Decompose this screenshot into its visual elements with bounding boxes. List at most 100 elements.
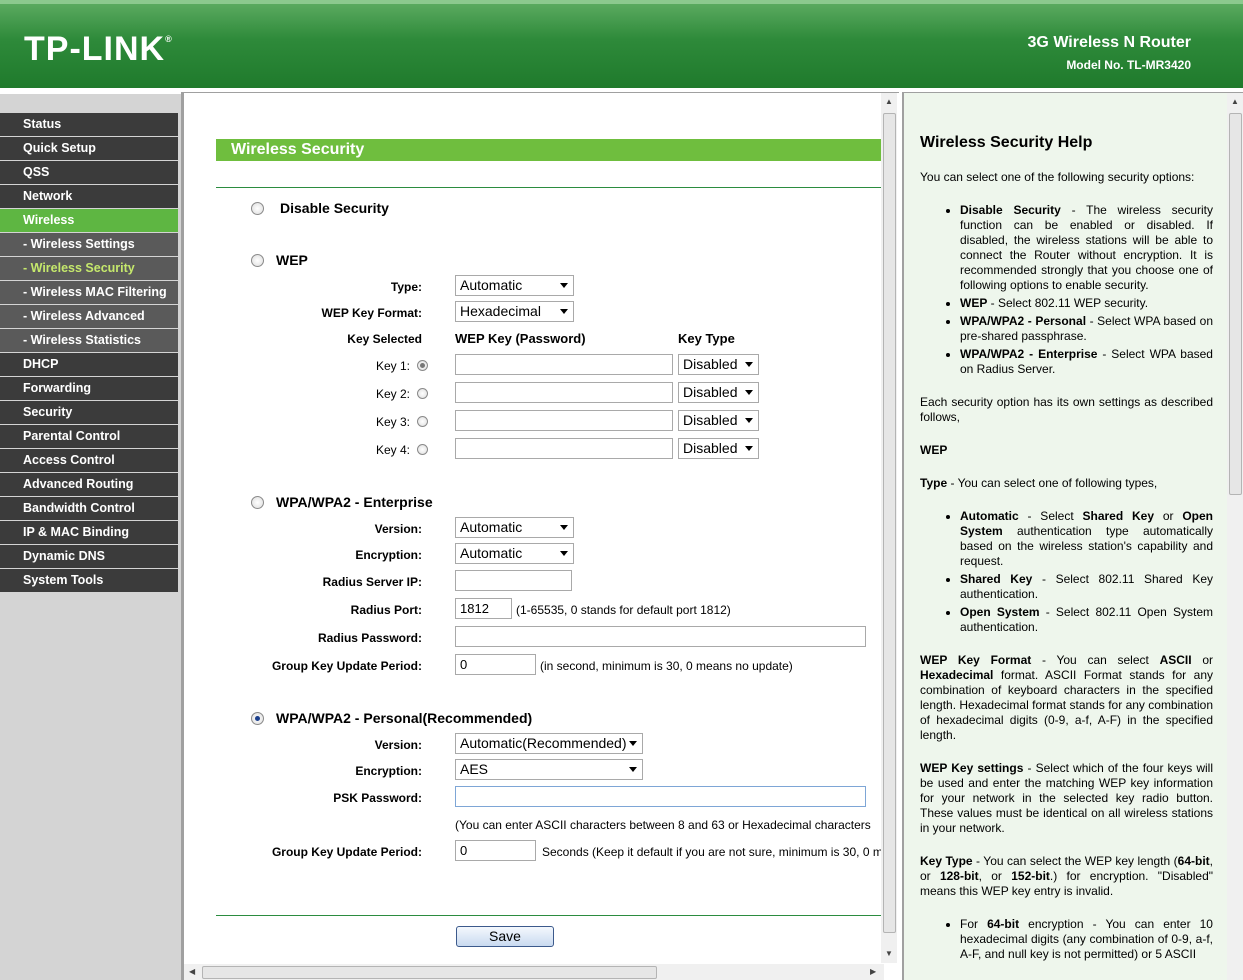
psk-encryption-select[interactable]: AES	[455, 759, 643, 780]
help-vscroll-thumb[interactable]	[1229, 113, 1242, 495]
nav-item-wireless-settings[interactable]: - Wireless Settings	[0, 233, 178, 256]
radio-disable-security[interactable]	[251, 202, 264, 215]
nav-item-access-control[interactable]: Access Control	[0, 449, 178, 472]
nav-item-forwarding[interactable]: Forwarding	[0, 377, 178, 400]
wep-key-4-input[interactable]	[455, 438, 673, 459]
key-1-type-value: Disabled	[683, 356, 738, 372]
psk-group-key-input[interactable]: 0	[455, 840, 536, 861]
nav-item-dhcp[interactable]: DHCP	[0, 353, 178, 376]
scroll-down-icon[interactable]: ▼	[885, 949, 893, 958]
nav-menu: Status Quick Setup QSS Network Wireless …	[0, 113, 178, 593]
wep-type-select[interactable]: Automatic	[455, 275, 574, 296]
key-3-label: Key 3:	[376, 415, 411, 429]
psk-password-label: PSK Password:	[333, 791, 422, 805]
main-hscroll-thumb[interactable]	[202, 966, 657, 979]
chevron-down-icon	[745, 390, 753, 395]
help-64bit: For 64-bit encryption - You can enter 10…	[960, 917, 1213, 962]
nav-item-qss[interactable]: QSS	[0, 161, 178, 184]
key-3-type-select[interactable]: Disabled	[678, 410, 759, 431]
logo-registered-mark: ®	[165, 34, 173, 44]
psk-password-input[interactable]	[455, 786, 866, 807]
nav-item-wireless-statistics[interactable]: - Wireless Statistics	[0, 329, 178, 352]
wep-key-1-input[interactable]	[455, 354, 673, 375]
radius-password-input[interactable]	[455, 626, 866, 647]
wpa-personal-label: WPA/WPA2 - Personal(Recommended)	[276, 710, 533, 726]
wep-key-format-select[interactable]: Hexadecimal	[455, 301, 574, 322]
key-4-type-select[interactable]: Disabled	[678, 438, 759, 459]
chevron-down-icon	[560, 551, 568, 556]
radio-wpa-personal[interactable]	[251, 712, 264, 725]
nav-item-dynamic-dns[interactable]: Dynamic DNS	[0, 545, 178, 568]
radio-key-4[interactable]	[417, 444, 428, 455]
save-button[interactable]: Save	[456, 926, 554, 947]
nav-item-wireless-security[interactable]: - Wireless Security	[0, 257, 178, 280]
radius-port-input[interactable]: 1812	[455, 598, 512, 619]
ent-group-key-input[interactable]: 0	[455, 654, 536, 675]
nav-item-bandwidth-control[interactable]: Bandwidth Control	[0, 497, 178, 520]
radio-key-2[interactable]	[417, 388, 428, 399]
header-highlight	[0, 0, 1243, 4]
main-vscroll-thumb[interactable]	[883, 113, 896, 933]
radius-server-ip-input[interactable]	[455, 570, 572, 591]
ent-encryption-select[interactable]: Automatic	[455, 543, 574, 564]
model-number: Model No. TL-MR3420	[1066, 58, 1191, 72]
nav-item-parental-control[interactable]: Parental Control	[0, 425, 178, 448]
help-type: Type - You can select one of following t…	[920, 476, 1158, 490]
radio-key-3[interactable]	[417, 416, 428, 427]
scroll-left-icon[interactable]: ◀	[189, 967, 195, 976]
ent-version-select[interactable]: Automatic	[455, 517, 574, 538]
scroll-up-icon[interactable]: ▲	[885, 97, 893, 106]
nav-item-network[interactable]: Network	[0, 185, 178, 208]
key-4-label: Key 4:	[376, 443, 411, 457]
nav-item-status[interactable]: Status	[0, 113, 178, 136]
radio-key-1[interactable]	[417, 360, 428, 371]
sidebar-top-strip	[0, 88, 181, 94]
ent-encryption-label: Encryption:	[355, 548, 422, 562]
nav-item-system-tools[interactable]: System Tools	[0, 569, 178, 592]
psk-group-key-hint: Seconds (Keep it default if you are not …	[542, 845, 882, 859]
product-name: 3G Wireless N Router	[1027, 34, 1191, 51]
nav-item-advanced-routing[interactable]: Advanced Routing	[0, 473, 178, 496]
key-2-label: Key 2:	[376, 387, 411, 401]
help-frame: Wireless Security Help You can select on…	[902, 92, 1243, 980]
help-vertical-scrollbar[interactable]: ▲	[1227, 93, 1243, 980]
help-content: Wireless Security Help You can select on…	[920, 135, 1213, 980]
wep-key-3-input[interactable]	[455, 410, 673, 431]
logo-text: TP-LINK	[24, 30, 166, 68]
chevron-down-icon	[629, 767, 637, 772]
key-1-label: Key 1:	[376, 359, 411, 373]
chevron-down-icon	[629, 741, 637, 746]
ent-group-key-hint: (in second, minimum is 30, 0 means no up…	[540, 659, 793, 673]
chevron-down-icon	[745, 446, 753, 451]
nav-item-ip-mac-binding[interactable]: IP & MAC Binding	[0, 521, 178, 544]
nav-item-security[interactable]: Security	[0, 401, 178, 424]
key-1-type-select[interactable]: Disabled	[678, 354, 759, 375]
main-vertical-scrollbar[interactable]: ▲ ▼	[881, 93, 897, 963]
help-types-list: Automatic - Select Shared Key or Open Sy…	[960, 509, 1213, 635]
psk-version-select[interactable]: Automatic(Recommended)	[455, 733, 643, 754]
nav-item-wireless[interactable]: Wireless	[0, 209, 178, 232]
chevron-down-icon	[560, 309, 568, 314]
divider-bottom	[216, 915, 882, 916]
radius-port-label: Radius Port:	[350, 603, 422, 617]
radio-wpa-enterprise[interactable]	[251, 496, 264, 509]
divider-top	[216, 187, 882, 188]
wep-key-2-input[interactable]	[455, 382, 673, 403]
main-frame: Wireless Security Disable Security WEP T…	[181, 92, 899, 980]
help-option-disable: Disable Security - The wireless security…	[960, 203, 1213, 293]
help-options-list: Disable Security - The wireless security…	[960, 203, 1213, 377]
key-type-header: Key Type	[678, 331, 735, 346]
key-2-type-select[interactable]: Disabled	[678, 382, 759, 403]
nav-item-quick-setup[interactable]: Quick Setup	[0, 137, 178, 160]
chevron-down-icon	[745, 362, 753, 367]
radio-wep[interactable]	[251, 254, 264, 267]
help-key-format: WEP Key Format - You can select ASCII or…	[920, 653, 1213, 742]
key-4-type-value: Disabled	[683, 440, 738, 456]
scroll-right-icon[interactable]: ▶	[870, 967, 876, 976]
scroll-up-icon[interactable]: ▲	[1231, 97, 1239, 106]
key-selected-header: Key Selected	[347, 332, 422, 346]
page-title: Wireless Security	[216, 139, 882, 161]
main-horizontal-scrollbar[interactable]: ◀ ▶	[184, 964, 884, 980]
nav-item-wireless-advanced[interactable]: - Wireless Advanced	[0, 305, 178, 328]
nav-item-wireless-mac-filtering[interactable]: - Wireless MAC Filtering	[0, 281, 178, 304]
